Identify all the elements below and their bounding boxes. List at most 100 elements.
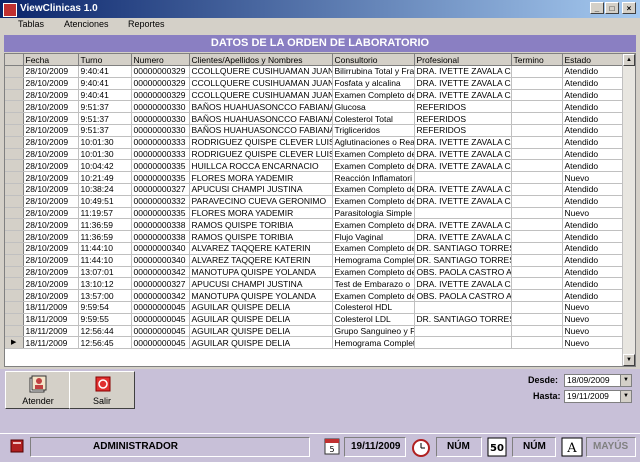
cell-numero[interactable]: 00000000329 [131, 77, 190, 90]
menu-reportes[interactable]: Reportes [128, 19, 165, 29]
cell-cliente[interactable]: ALVAREZ TAQQERE KATERIN [189, 242, 333, 255]
column-header-profesional[interactable]: Profesional [414, 54, 512, 66]
cell-termino[interactable] [511, 65, 563, 78]
row-selector[interactable] [5, 159, 24, 173]
column-header-fecha[interactable]: Fecha [23, 54, 79, 66]
cell-profesional[interactable]: OBS. PAOLA CASTRO AC [414, 289, 512, 302]
cell-fecha[interactable]: 18/11/2009 [23, 313, 79, 326]
cell-numero[interactable]: 00000000045 [131, 325, 190, 338]
cell-cliente[interactable]: AGUILAR QUISPE DELIA [189, 313, 333, 326]
cell-estado[interactable]: Nuevo [562, 336, 626, 350]
cell-estado[interactable]: Nuevo [562, 301, 626, 314]
cell-turno[interactable]: 13:10:12 [78, 277, 132, 291]
cell-fecha[interactable]: 18/11/2009 [23, 301, 79, 314]
cell-profesional[interactable] [414, 336, 512, 350]
cell-profesional[interactable]: DRA. IVETTE ZAVALA CA [414, 218, 512, 232]
cell-estado[interactable]: Nuevo [562, 325, 626, 338]
cell-profesional[interactable]: DR. SANTIAGO TORRES [414, 313, 512, 326]
row-selector[interactable] [5, 195, 24, 208]
cell-cliente[interactable]: RODRIGUEZ QUISPE CLEVER LUIS SAO [189, 136, 333, 149]
cell-consultorio[interactable]: Grupo Sanguineo y F [332, 325, 415, 338]
cell-consultorio[interactable]: Examen Completo de [332, 183, 415, 196]
cell-estado[interactable]: Atendido [562, 100, 626, 114]
table-row[interactable]: 28/10/2009 9:40:41 00000000329 CCOLLQUERE C… [5, 65, 626, 78]
row-selector[interactable] [5, 230, 24, 243]
table-row[interactable]: 18/11/2009 9:59:55 00000000045 AGUILAR QUIS… [5, 313, 626, 326]
cell-turno[interactable]: 9:51:37 [78, 124, 132, 137]
row-selector[interactable] [5, 100, 24, 114]
minimize-button[interactable]: _ [590, 2, 604, 14]
cell-turno[interactable]: 11:36:59 [78, 218, 132, 232]
cell-consultorio[interactable]: Aglutinaciones o Rea [332, 136, 415, 149]
cell-estado[interactable]: Nuevo [562, 313, 626, 326]
cell-turno[interactable]: 9:40:41 [78, 89, 132, 102]
row-selector[interactable] [5, 301, 24, 314]
row-selector[interactable] [5, 136, 24, 149]
cell-numero[interactable]: 00000000342 [131, 266, 190, 279]
cell-cliente[interactable]: FLORES MORA YADEMIR [189, 207, 333, 220]
row-selector[interactable] [5, 65, 24, 78]
cell-turno[interactable]: 11:44:10 [78, 242, 132, 255]
table-row[interactable]: 28/10/2009 10:38:24 00000000327 APUCUSI CHA… [5, 183, 626, 196]
cell-cliente[interactable]: BAÑOS HUAHUASONCCO FABIANA [189, 100, 333, 114]
cell-cliente[interactable]: RODRIGUEZ QUISPE CLEVER LUIS SAO [189, 148, 333, 161]
row-selector[interactable] [5, 183, 24, 196]
cell-profesional[interactable]: DRA. IVETTE ZAVALA CA [414, 230, 512, 243]
cell-cliente[interactable]: APUCUSI CHAMPI JUSTINA [189, 277, 333, 291]
cell-cliente[interactable]: MANOTUPA QUISPE YOLANDA [189, 289, 333, 302]
cell-consultorio[interactable]: Trigliceridos [332, 124, 415, 137]
cell-profesional[interactable] [414, 171, 512, 184]
cell-turno[interactable]: 9:59:54 [78, 301, 132, 314]
row-selector[interactable] [5, 325, 24, 338]
cell-termino[interactable] [511, 266, 563, 279]
cell-consultorio[interactable]: Examen Completo de [332, 242, 415, 255]
column-header-turno[interactable]: Turno [78, 54, 132, 66]
cell-numero[interactable]: 00000000332 [131, 195, 190, 208]
table-row[interactable]: 28/10/2009 11:44:10 00000000340 ALVAREZ TAQ… [5, 242, 626, 255]
cell-turno[interactable]: 11:19:57 [78, 207, 132, 220]
table-row[interactable]: 28/10/2009 10:21:49 00000000335 FLORES MORA… [5, 171, 626, 184]
cell-numero[interactable]: 00000000335 [131, 207, 190, 220]
cell-cliente[interactable]: AGUILAR QUISPE DELIA [189, 336, 333, 350]
row-selector[interactable] [5, 218, 24, 232]
cell-cliente[interactable]: RAMOS QUISPE TORIBIA [189, 230, 333, 243]
cell-profesional[interactable]: DRA. IVETTE ZAVALA CA [414, 77, 512, 90]
cell-turno[interactable]: 9:59:55 [78, 313, 132, 326]
cell-estado[interactable]: Atendido [562, 159, 626, 173]
cell-fecha[interactable]: 28/10/2009 [23, 112, 79, 125]
row-selector[interactable]: ▶ [5, 336, 24, 350]
table-row[interactable]: 28/10/2009 9:51:37 00000000330 BAÑOS HUAHUA… [5, 124, 626, 137]
cell-turno[interactable]: 13:57:00 [78, 289, 132, 302]
cell-consultorio[interactable]: Reacción Inflamatori [332, 171, 415, 184]
cell-numero[interactable]: 00000000330 [131, 124, 190, 137]
cell-estado[interactable]: Atendido [562, 230, 626, 243]
cell-profesional[interactable]: DRA. IVETTE ZAVALA CA [414, 277, 512, 291]
cell-consultorio[interactable]: Test de Embarazo o [332, 277, 415, 291]
scroll-up-button[interactable]: ▲ [623, 54, 635, 66]
table-row[interactable]: 28/10/2009 13:07:01 00000000342 MANOTUPA QU… [5, 266, 626, 279]
cell-fecha[interactable]: 28/10/2009 [23, 148, 79, 161]
cell-numero[interactable]: 00000000329 [131, 89, 190, 102]
cell-numero[interactable]: 00000000338 [131, 230, 190, 243]
cell-numero[interactable]: 00000000342 [131, 289, 190, 302]
desde-date-picker[interactable]: 18/09/2009 ▼ [564, 374, 632, 387]
vertical-scrollbar[interactable]: ▲ ▼ [622, 54, 635, 366]
cell-cliente[interactable]: ALVAREZ TAQQERE KATERIN [189, 254, 333, 267]
cell-estado[interactable]: Atendido [562, 124, 626, 137]
cell-turno[interactable]: 10:04:42 [78, 159, 132, 173]
cell-profesional[interactable]: DRA. IVETTE ZAVALA CA [414, 159, 512, 173]
cell-profesional[interactable]: DRA. IVETTE ZAVALA CA [414, 148, 512, 161]
cell-termino[interactable] [511, 136, 563, 149]
row-selector[interactable] [5, 77, 24, 90]
cell-numero[interactable]: 00000000340 [131, 254, 190, 267]
cell-numero[interactable]: 00000000333 [131, 148, 190, 161]
cell-cliente[interactable]: HUILLCA ROCCA ENCARNACIO [189, 159, 333, 173]
cell-termino[interactable] [511, 112, 563, 125]
cell-fecha[interactable]: 28/10/2009 [23, 195, 79, 208]
table-row[interactable]: 28/10/2009 11:36:59 00000000338 RAMOS QUISP… [5, 218, 626, 232]
cell-fecha[interactable]: 28/10/2009 [23, 136, 79, 149]
cell-termino[interactable] [511, 207, 563, 220]
cell-numero[interactable]: 00000000330 [131, 100, 190, 114]
cell-numero[interactable]: 00000000045 [131, 336, 190, 350]
cell-estado[interactable]: Atendido [562, 89, 626, 102]
